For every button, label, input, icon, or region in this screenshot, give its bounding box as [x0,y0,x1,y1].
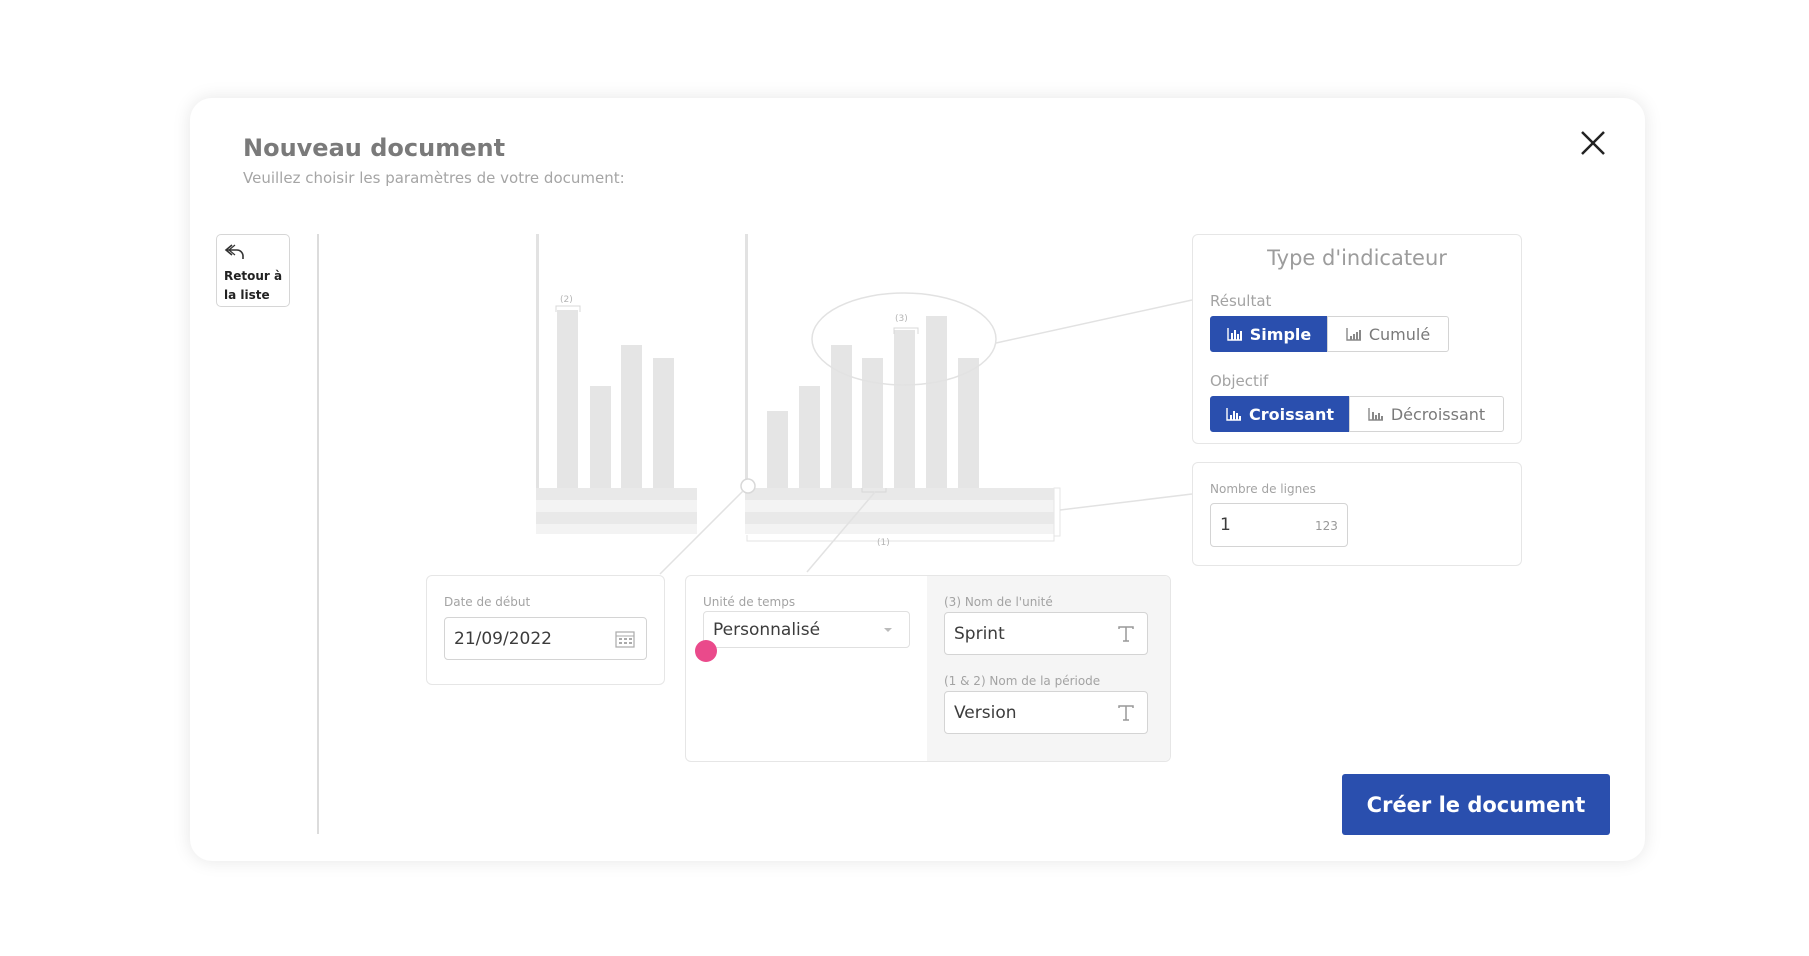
text-format-icon [1115,623,1137,645]
result-label: Résultat [1210,292,1272,310]
time-unit-select[interactable]: Personnalisé [703,611,910,648]
result-cumulative-button[interactable]: Cumulé [1327,316,1449,352]
period-name-value: Version [954,702,1017,723]
bar-chart-icon [1227,328,1242,341]
start-date-label: Date de début [444,595,531,609]
line-count-label: Nombre de lignes [1210,482,1316,496]
increasing-chart-icon [1226,408,1241,421]
calendar-icon [614,628,636,650]
objective-decreasing-label: Décroissant [1390,404,1486,424]
time-unit-label: Unité de temps [703,595,796,609]
objective-increasing-button[interactable]: Croissant [1210,396,1350,432]
marker-3: (3) [895,314,908,324]
result-simple-label: Simple [1249,324,1312,344]
unit-name-label: (3) Nom de l'unité [944,595,1053,609]
marker-2: (2) [560,295,573,305]
preview-bar [831,345,852,488]
objective-increasing-label: Croissant [1249,404,1334,424]
preview-bar [557,310,578,488]
unit-name-field[interactable]: Sprint [944,612,1148,655]
bar-chart-icon [1346,328,1361,341]
objective-label: Objectif [1210,372,1269,390]
preview-bar [590,386,611,488]
number-input-icon: 123 [1315,514,1337,536]
start-date-field[interactable]: 21/09/2022 [444,617,647,660]
line-count-value: 1 [1220,515,1231,535]
decreasing-chart-icon [1368,408,1383,421]
objective-decreasing-button[interactable]: Décroissant [1349,396,1504,432]
period-name-label: (1 & 2) Nom de la période [944,674,1101,688]
line-count-field[interactable]: 1 123 [1210,503,1348,547]
preview-bar [894,330,915,488]
preview-bar [799,386,820,488]
unit-name-value: Sprint [954,623,1005,644]
preview-bar [958,358,979,488]
chevron-down-icon [877,619,899,641]
text-format-icon [1115,702,1137,724]
marker-1: (1) [877,538,890,548]
preview-bar [653,358,674,488]
time-unit-value: Personnalisé [713,619,821,640]
period-name-field[interactable]: Version [944,691,1148,734]
create-document-button[interactable]: Créer le document [1342,774,1610,835]
cursor-indicator [695,640,717,662]
svg-text:123: 123 [1315,519,1337,533]
preview-bar [767,411,788,488]
result-simple-button[interactable]: Simple [1210,316,1328,352]
preview-bar [926,316,947,488]
preview-bar [862,358,883,488]
indicator-type-title: Type d'indicateur [1267,246,1447,270]
result-cumulative-label: Cumulé [1368,324,1431,344]
preview-bar [621,345,642,488]
start-date-value: 21/09/2022 [454,628,552,649]
